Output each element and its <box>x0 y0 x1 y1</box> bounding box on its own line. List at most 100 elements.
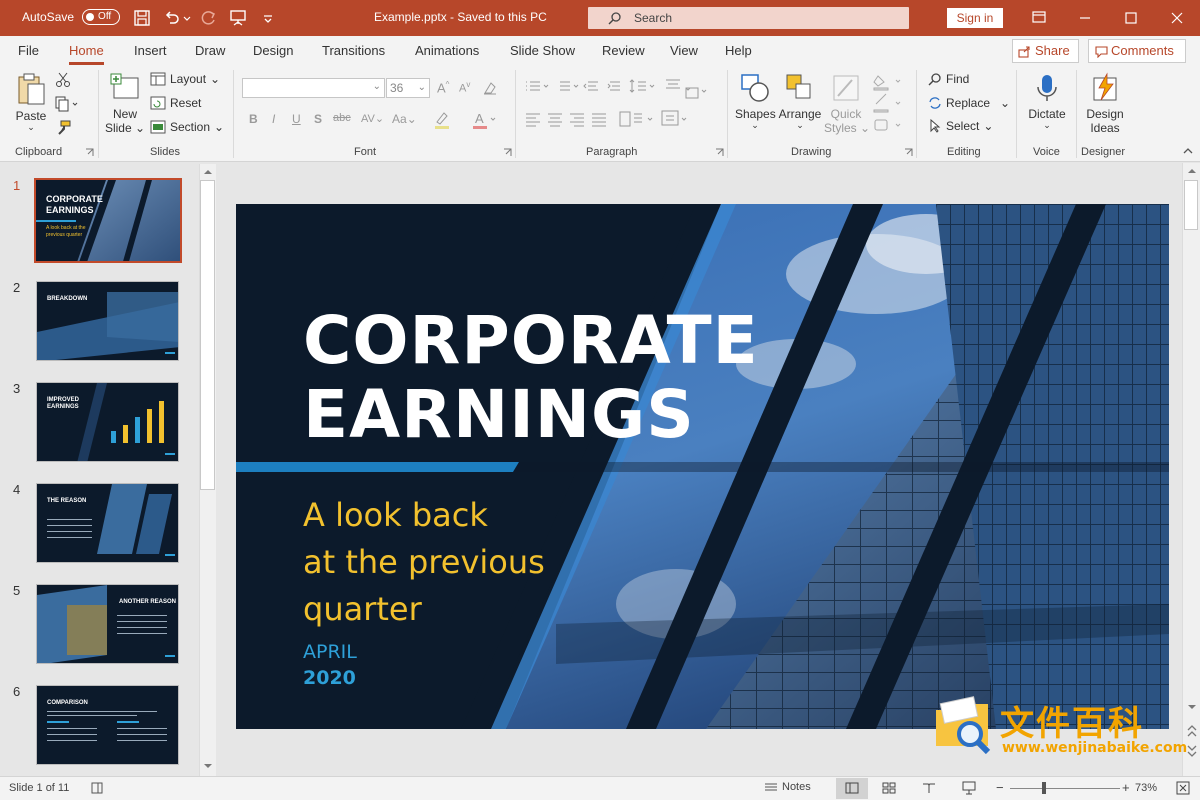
layout-button[interactable]: Layout ⌄ <box>150 72 220 86</box>
ribbon-display-icon[interactable] <box>1016 0 1062 36</box>
dictate-button[interactable]: Dictate ⌄ <box>1024 72 1070 130</box>
normal-view-button[interactable] <box>836 778 868 799</box>
change-case-button[interactable]: Aa⌄ <box>392 112 417 126</box>
slide-thumbnail-6[interactable]: COMPARISON <box>36 685 179 765</box>
paragraph-controls[interactable] <box>524 78 724 138</box>
font-size-select[interactable]: 36 ⌄ <box>386 78 430 98</box>
design-ideas-button[interactable]: Design Ideas <box>1082 72 1128 135</box>
present-icon[interactable] <box>228 8 248 28</box>
design-ideas-label-1: Design <box>1086 107 1124 121</box>
scroll-down-icon[interactable] <box>1187 703 1197 711</box>
sign-in-button[interactable]: Sign in <box>947 8 1003 28</box>
tab-help[interactable]: Help <box>725 43 752 58</box>
tab-animations[interactable]: Animations <box>415 43 479 58</box>
tab-review[interactable]: Review <box>602 43 645 58</box>
tab-design[interactable]: Design <box>253 43 293 58</box>
comments-button[interactable]: Comments <box>1088 39 1186 63</box>
slide-thumbnail-5[interactable]: ANOTHER REASON <box>36 584 179 664</box>
document-title: Example.pptx - Saved to this PC <box>374 10 547 24</box>
thumbnails-scrollbar-thumb[interactable] <box>200 180 215 490</box>
slideshow-view-icon[interactable] <box>962 781 976 795</box>
quick-styles-button[interactable]: Quick Styles ⌄ <box>824 72 870 135</box>
scroll-up-icon[interactable] <box>203 168 213 176</box>
dialog-launcher-icon[interactable] <box>715 148 724 157</box>
tab-transitions[interactable]: Transitions <box>322 43 385 58</box>
scroll-down-icon[interactable] <box>203 762 213 770</box>
zoom-slider[interactable] <box>1010 788 1120 789</box>
clear-formatting-icon[interactable] <box>482 80 498 96</box>
tab-slide-show[interactable]: Slide Show <box>510 43 575 58</box>
zoom-level[interactable]: 73% <box>1135 782 1157 794</box>
maximize-icon[interactable] <box>1108 0 1154 36</box>
replace-button[interactable]: Replace ⌄ <box>928 96 1010 110</box>
shadow-button[interactable]: S <box>314 112 322 126</box>
zoom-slider-handle[interactable] <box>1042 782 1046 794</box>
find-button[interactable]: Find <box>928 72 969 86</box>
search-box[interactable]: Search <box>588 7 909 29</box>
shape-format-icons[interactable] <box>872 72 904 138</box>
underline-button[interactable]: U <box>292 112 301 126</box>
reset-button[interactable]: Reset <box>150 96 201 110</box>
increase-font-size-icon[interactable]: A^ <box>437 80 449 95</box>
tab-view[interactable]: View <box>670 43 698 58</box>
zoom-out-icon[interactable]: − <box>996 780 1004 795</box>
autosave-control[interactable]: AutoSave Off <box>22 9 121 25</box>
slide-thumbnail-1[interactable]: CORPORATE EARNINGS A look back at the pre… <box>34 178 182 263</box>
notes-button[interactable]: Notes <box>764 781 811 793</box>
tab-file[interactable]: File <box>18 43 39 58</box>
share-button[interactable]: Share <box>1012 39 1079 63</box>
slide-thumbnail-3[interactable]: IMPROVED EARNINGS <box>36 382 179 462</box>
undo-icon[interactable] <box>162 8 182 28</box>
save-icon[interactable] <box>132 8 152 28</box>
spelling-check-icon[interactable] <box>90 781 104 795</box>
font-family-select[interactable]: ⌄ <box>242 78 385 98</box>
reading-view-icon[interactable] <box>922 782 936 794</box>
redo-icon[interactable] <box>198 8 218 28</box>
tab-insert[interactable]: Insert <box>134 43 167 58</box>
section-button[interactable]: Section ⌄ <box>150 120 224 134</box>
tab-draw[interactable]: Draw <box>195 43 225 58</box>
dialog-launcher-icon[interactable] <box>503 148 512 157</box>
shapes-button[interactable]: Shapes ⌄ <box>735 72 776 130</box>
dialog-launcher-icon[interactable] <box>85 148 94 157</box>
replace-icon <box>929 97 941 109</box>
slide-thumbnail-4[interactable]: THE REASON <box>36 483 179 563</box>
scroll-up-icon[interactable] <box>1187 167 1197 175</box>
new-slide-button[interactable]: New Slide ⌄ <box>104 72 146 135</box>
strikethrough-button[interactable]: abc <box>333 112 351 124</box>
copy-icon[interactable] <box>55 96 79 112</box>
close-icon[interactable] <box>1154 0 1200 36</box>
bold-button[interactable]: B <box>249 112 258 126</box>
slide-date-year[interactable]: 2020 <box>303 667 356 689</box>
next-slide-icon[interactable] <box>1187 743 1197 759</box>
slide-subtitle[interactable]: A look back at the previous quarter <box>303 492 545 633</box>
minimize-icon[interactable] <box>1062 0 1108 36</box>
canvas-scrollbar-thumb[interactable] <box>1184 180 1198 230</box>
arrange-button[interactable]: Arrange ⌄ <box>778 72 822 130</box>
cut-icon[interactable] <box>55 72 71 88</box>
slide-title[interactable]: CORPORATE EARNINGS <box>303 304 759 452</box>
slide-title-line-1: CORPORATE <box>303 302 759 379</box>
italic-button[interactable]: I <box>272 112 275 126</box>
font-color-icon[interactable]: A <box>472 110 500 130</box>
main-slide[interactable]: CORPORATE EARNINGS A look back at the pr… <box>236 204 1169 729</box>
highlighter-icon[interactable] <box>434 110 458 130</box>
autosave-toggle[interactable]: Off <box>82 9 121 25</box>
format-painter-icon[interactable] <box>55 120 71 136</box>
tab-home[interactable]: Home <box>69 43 104 65</box>
customize-qat-icon[interactable] <box>258 8 278 28</box>
previous-slide-icon[interactable] <box>1187 723 1197 739</box>
select-button[interactable]: Select ⌄ <box>928 119 993 133</box>
canvas-scrollbar[interactable] <box>1182 163 1200 776</box>
fit-to-window-icon[interactable] <box>1176 781 1190 795</box>
slide-sorter-icon[interactable] <box>882 782 896 794</box>
decrease-font-size-icon[interactable]: Av <box>459 80 470 95</box>
slide-thumbnail-2[interactable]: BREAKDOWN <box>36 281 179 361</box>
undo-dropdown-icon[interactable] <box>182 8 192 28</box>
paste-button[interactable]: Paste ⌄ <box>12 72 50 132</box>
zoom-in-icon[interactable]: + <box>1122 780 1130 795</box>
dialog-launcher-icon[interactable] <box>904 148 913 157</box>
slide-date-month[interactable]: APRIL <box>303 641 357 663</box>
collapse-ribbon-icon[interactable] <box>1182 146 1194 156</box>
character-spacing-button[interactable]: AV⌄ <box>361 112 384 125</box>
